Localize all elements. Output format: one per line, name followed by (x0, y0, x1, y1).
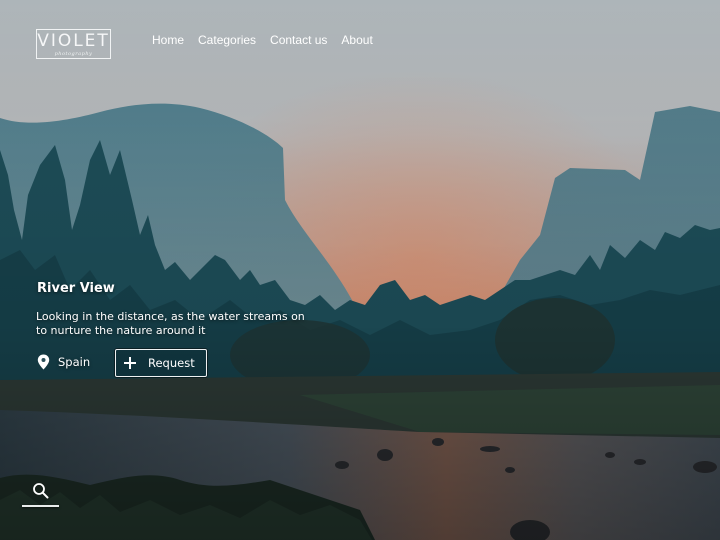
nav-item-categories[interactable]: Categories (198, 33, 256, 47)
location: Spain (37, 354, 90, 370)
main-nav: Home Categories Contact us About (152, 33, 373, 47)
brand-tagline: photography (54, 51, 93, 57)
brand-logo[interactable]: VIOLET photography (36, 29, 111, 59)
hero-description: Looking in the distance, as the water st… (36, 310, 305, 337)
hero-title: River View (37, 281, 115, 296)
plus-icon (124, 357, 136, 369)
map-pin-icon (37, 354, 50, 370)
request-button[interactable]: Request (115, 349, 207, 377)
hero-background-image (0, 0, 720, 540)
nav-item-about[interactable]: About (341, 33, 372, 47)
location-label: Spain (58, 355, 91, 369)
hero-section: VIOLET photography Home Categories Conta… (0, 0, 720, 540)
nav-item-contact-us[interactable]: Contact us (270, 33, 327, 47)
search-underline (22, 505, 59, 507)
request-button-label: Request (148, 356, 195, 370)
search-button[interactable] (22, 480, 59, 508)
search-icon (33, 483, 49, 499)
brand-name: VIOLET (37, 31, 110, 51)
nav-item-home[interactable]: Home (152, 33, 184, 47)
